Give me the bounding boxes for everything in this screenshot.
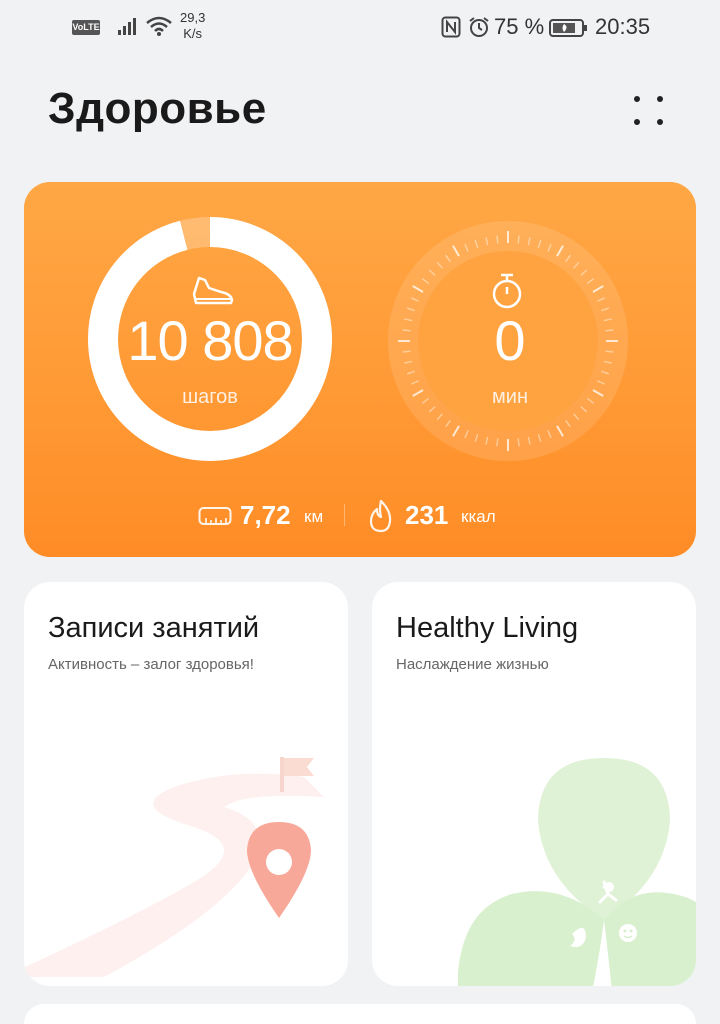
- steps-value: 10 808: [127, 309, 293, 372]
- battery-percent: 75 %: [494, 14, 545, 39]
- status-bar: VoLTE 29,3 K/s 75 % 20:35: [0, 0, 720, 56]
- stats-divider: [344, 504, 345, 526]
- alarm-icon: [469, 17, 489, 37]
- ruler-icon: [198, 507, 232, 525]
- more-options-button[interactable]: [624, 88, 672, 136]
- healthy-living-card[interactable]: Healthy Living Наслаждение жизнью: [372, 582, 696, 986]
- card-subtitle: Активность – залог здоровья!: [48, 656, 254, 673]
- clock: 20:35: [595, 14, 651, 39]
- signal-icon: [118, 18, 136, 35]
- stopwatch-icon: [492, 273, 522, 309]
- calories-value: 231: [405, 500, 449, 530]
- distance-unit: км: [304, 507, 324, 526]
- volte-icon: VoLTE: [72, 20, 100, 35]
- network-speed-unit: K/s: [183, 26, 203, 41]
- wifi-icon: [146, 16, 172, 36]
- card-title: Записи занятий: [48, 612, 260, 644]
- workout-records-card[interactable]: Записи занятий Активность – залог здоров…: [24, 582, 348, 986]
- page-title: Здоровье: [48, 84, 267, 133]
- active-minutes-value: 0: [494, 309, 526, 372]
- active-minutes-unit: мин: [492, 386, 528, 408]
- shoe-icon: [192, 276, 234, 305]
- network-speed-value: 29,3: [180, 10, 206, 25]
- flame-icon: [369, 499, 392, 533]
- dial-tick: [496, 438, 499, 447]
- nfc-icon: [441, 16, 461, 38]
- steps-unit: шагов: [182, 386, 238, 408]
- dial-tick: [517, 235, 520, 244]
- dial-tick: [517, 438, 520, 447]
- calories-unit: ккал: [461, 507, 496, 526]
- distance-value: 7,72: [240, 500, 291, 530]
- card-title: Healthy Living: [396, 612, 579, 644]
- card-subtitle: Наслаждение жизнью: [396, 656, 549, 673]
- stats-row: 7,72 км 231 ккал: [24, 498, 696, 534]
- activity-summary-card[interactable]: 10 808 шагов 0 мин 7,72 км 231 ккал: [24, 182, 696, 557]
- battery-icon: [549, 19, 587, 37]
- network-speed: 29,3 K/s: [180, 10, 205, 42]
- dial-tick: [496, 235, 499, 244]
- next-card-peek[interactable]: [24, 1004, 696, 1024]
